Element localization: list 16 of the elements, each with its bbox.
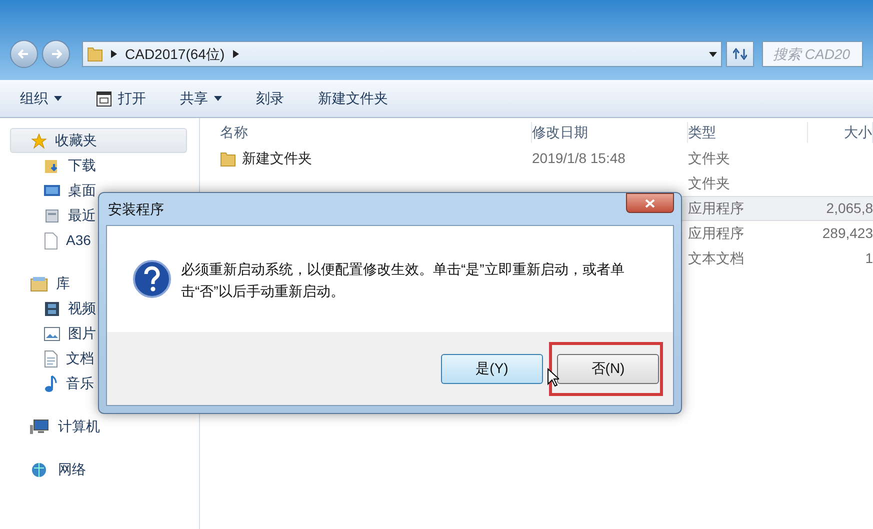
file-type: 应用程序 xyxy=(688,200,744,216)
dialog-title: 安装程序 xyxy=(107,200,164,218)
file-name: 新建文件夹 xyxy=(242,149,312,168)
navigation-label: 收藏夹 xyxy=(55,131,97,150)
file-size: 289,423 xyxy=(822,225,873,241)
file-type: 文件夹 xyxy=(688,150,730,166)
file-type: 文本文档 xyxy=(688,250,744,266)
navigation-label: 库 xyxy=(56,274,70,293)
file-type: 文件夹 xyxy=(688,175,730,191)
file-size: 1 xyxy=(865,250,873,266)
navigation-label: 计算机 xyxy=(58,417,100,436)
file-size: 2,065,8 xyxy=(826,200,873,216)
file-type: 应用程序 xyxy=(688,225,744,241)
dialog-message: 必须重新启动系统，以便配置修改生效。单击“是”立即重新启动，或者单击“否”以后手动重新启动。 xyxy=(181,260,626,301)
navigation-label: 网络 xyxy=(58,460,86,479)
file-date: 2019/1/8 15:48 xyxy=(532,150,626,166)
